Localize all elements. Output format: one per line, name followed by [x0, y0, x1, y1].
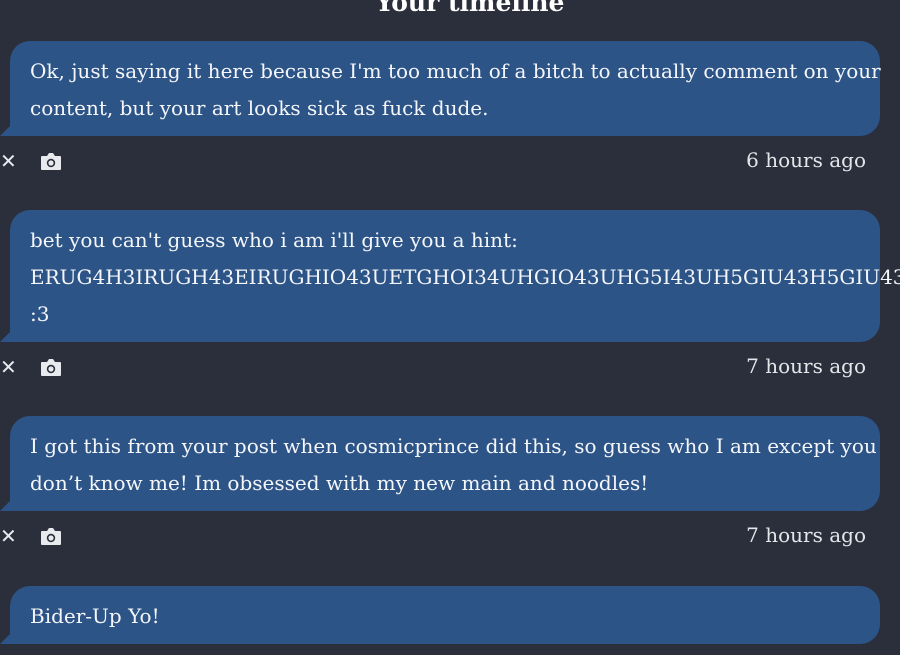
message-timestamp: 6 hours ago — [746, 148, 866, 172]
message-timestamp: 7 hours ago — [746, 354, 866, 378]
message-text-line: :3 — [30, 302, 50, 326]
message-actions: ✕ 7 hours ago — [0, 354, 900, 379]
message-text-line: Ok, just saying it here because I'm too … — [30, 59, 881, 83]
camera-icon[interactable] — [40, 151, 62, 171]
message-text-line: I got this from your post when cosmicpri… — [30, 434, 877, 458]
message-actions: ✕ 7 hours ago — [0, 523, 900, 548]
message-timestamp: 7 hours ago — [746, 523, 866, 547]
bubble-tail — [0, 328, 14, 342]
message-bubble: Ok, just saying it here because I'm too … — [10, 41, 881, 136]
close-icon[interactable]: ✕ — [0, 149, 18, 173]
camera-icon[interactable] — [40, 526, 62, 546]
bubble-tail — [0, 497, 14, 511]
message-text-line: ERUG4H3IRUGH43EIRUGHIO43UETGHOI34UHGIO43… — [30, 265, 900, 289]
message-text-line: don’t know me! Im obsessed with my new m… — [30, 471, 649, 495]
message-actions: ✕ 6 hours ago — [0, 148, 900, 173]
close-icon[interactable]: ✕ — [0, 524, 18, 548]
message-bubble: I got this from your post when cosmicpri… — [10, 416, 880, 511]
message-text-line: bet you can't guess who i am i'll give y… — [30, 228, 518, 252]
message-bubble: Bider-Up Yo! — [10, 586, 880, 644]
message-text-line: Bider-Up Yo! — [30, 604, 160, 628]
camera-icon[interactable] — [40, 357, 62, 377]
page-title: Your timeline — [375, 0, 565, 17]
close-icon[interactable]: ✕ — [0, 355, 18, 379]
timeline-page: Your timeline Ok, just saying it here be… — [0, 0, 900, 655]
message-bubble: bet you can't guess who i am i'll give y… — [10, 210, 900, 342]
message-text-line: content, but your art looks sick as fuck… — [30, 96, 489, 120]
